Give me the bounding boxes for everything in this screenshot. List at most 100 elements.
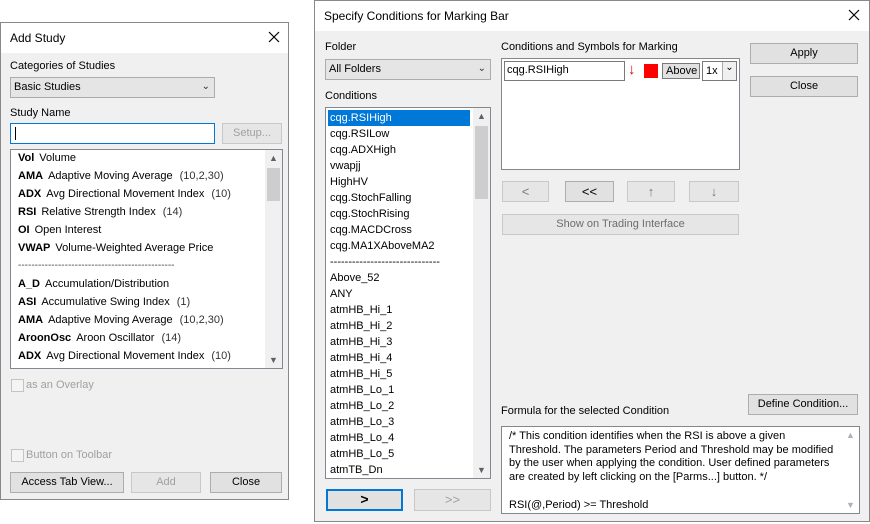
condition-list-item[interactable]: cqg.StochRising: [328, 206, 410, 222]
close-button[interactable]: Close: [210, 472, 282, 493]
scroll-thumb[interactable]: [267, 168, 280, 201]
condition-list-item[interactable]: ------------------------------: [328, 254, 440, 270]
show-trading-button[interactable]: Show on Trading Interface: [502, 214, 739, 235]
condition-list-item[interactable]: ANY: [328, 286, 353, 302]
study-name-input[interactable]: [10, 123, 215, 144]
condition-list-item[interactable]: atmHB_Hi_2: [328, 318, 392, 334]
condition-list-item[interactable]: atmHB_Lo_1: [328, 382, 394, 398]
close-icon[interactable]: [265, 28, 283, 46]
up-arrow-icon: ↑: [647, 184, 655, 199]
study-list-item[interactable]: A_D Accumulation/Distribution: [18, 278, 169, 290]
study-list-item[interactable]: Vol Volume: [18, 152, 76, 164]
formula-scrollbar[interactable]: ▲ ▼: [842, 427, 859, 513]
marking-list[interactable]: cqg.RSIHigh ↓ Above 1x ⌄: [501, 58, 740, 170]
position-select[interactable]: Above: [662, 63, 700, 79]
study-list-item[interactable]: AroonOsc Aroon Oscillator (14): [18, 332, 181, 344]
condition-list-item[interactable]: atmHB_Lo_3: [328, 414, 394, 430]
mark-color-swatch[interactable]: [644, 64, 658, 78]
formula-textarea[interactable]: /* This condition identifies when the RS…: [501, 426, 860, 514]
move-all-left-button[interactable]: <<: [565, 181, 614, 202]
add-condition-button[interactable]: >: [326, 489, 403, 511]
condition-list-item[interactable]: cqg.StochFalling: [328, 190, 411, 206]
conditions-title: Specify Conditions for Marking Bar: [324, 9, 509, 23]
condition-list-item[interactable]: atmHB_Lo_4: [328, 430, 394, 446]
conditions-scrollbar[interactable]: ▲ ▼: [473, 108, 490, 478]
study-code: AMA: [18, 314, 44, 326]
condition-list-item[interactable]: atmHB_Hi_5: [328, 366, 392, 382]
study-list-item[interactable]: ADX Avg Directional Movement Index (10): [18, 188, 231, 200]
marking-row[interactable]: cqg.RSIHigh ↓ Above 1x ⌄: [504, 61, 738, 81]
condition-list-item[interactable]: atmHB_Hi_4: [328, 350, 392, 366]
study-params: (10): [211, 350, 231, 362]
formula-line: are created by left clicking on the [Par…: [509, 470, 768, 483]
add-all-label: >>: [444, 492, 461, 507]
condition-list-item[interactable]: cqg.MACDCross: [328, 222, 412, 238]
condition-list-item[interactable]: cqg.MA1XAboveMA2: [328, 238, 435, 254]
multiplier-select[interactable]: 1x ⌄: [702, 61, 737, 81]
add-button[interactable]: Add: [131, 472, 201, 493]
toolbar-checkbox[interactable]: [11, 449, 24, 462]
conditions-list[interactable]: cqg.RSIHigh cqg.RSILow cqg.ADXHigh vwapjj Hi…: [325, 107, 491, 479]
study-list-item[interactable]: OI Open Interest: [18, 224, 101, 236]
scroll-thumb[interactable]: [475, 126, 488, 199]
study-name: Aroon Oscillator: [76, 332, 155, 344]
condition-list-item[interactable]: atmTB_Dn: [328, 462, 383, 478]
close-icon[interactable]: [845, 6, 863, 24]
add-all-conditions-button[interactable]: >>: [414, 489, 491, 511]
access-tab-view-button[interactable]: Access Tab View...: [10, 472, 124, 493]
condition-list-item[interactable]: atmHB_Lo_2: [328, 398, 394, 414]
apply-button[interactable]: Apply: [750, 43, 858, 64]
condition-list-item[interactable]: HighHV: [328, 174, 368, 190]
categories-select[interactable]: Basic Studies ⌄: [10, 77, 215, 98]
study-name: Open Interest: [34, 224, 102, 236]
move-up-button[interactable]: ↑: [627, 181, 675, 202]
condition-list-item[interactable]: atmHB_Lo_5: [328, 446, 394, 462]
scroll-up-icon[interactable]: ▲: [473, 108, 490, 124]
scroll-down-icon[interactable]: ▼: [842, 497, 859, 513]
study-list[interactable]: Vol Volume AMA Adaptive Moving Average (10,2…: [10, 149, 283, 369]
chevron-down-icon[interactable]: ⌄: [722, 62, 736, 80]
down-arrow-icon[interactable]: ↓: [628, 61, 636, 78]
study-name: Avg Directional Movement Index: [46, 188, 205, 200]
study-name: Adaptive Moving Average: [48, 314, 173, 326]
formula-line: RSI(@,Period) >= Threshold: [509, 498, 649, 511]
folder-select[interactable]: All Folders ⌄: [325, 59, 491, 80]
condition-list-item[interactable]: cqg.ADXHigh: [328, 142, 396, 158]
define-condition-button[interactable]: Define Condition...: [748, 394, 858, 415]
study-code: A_D: [18, 278, 41, 290]
text-cursor: [15, 127, 16, 140]
move-down-button[interactable]: ↓: [689, 181, 739, 202]
formula-label: Formula for the selected Condition: [501, 405, 670, 417]
study-name-label: Study Name: [10, 107, 71, 119]
setup-button[interactable]: Setup...: [222, 123, 282, 144]
scroll-up-icon[interactable]: ▲: [265, 150, 282, 166]
study-list-item[interactable]: AMA Adaptive Moving Average (10,2,30): [18, 314, 224, 326]
study-code: ASI: [18, 296, 37, 308]
condition-list-item[interactable]: vwapjj: [328, 158, 361, 174]
toolbar-label: Button on Toolbar: [26, 449, 113, 461]
formula-text: /* This condition identifies when the RS…: [509, 430, 833, 512]
study-list-item[interactable]: ASI Accumulative Swing Index (1): [18, 296, 190, 308]
marking-condition: cqg.RSIHigh: [504, 61, 625, 81]
condition-list-item[interactable]: Above_52: [328, 270, 380, 286]
folder-value: All Folders: [329, 63, 381, 75]
study-list-item[interactable]: AMA Adaptive Moving Average (10,2,30): [18, 170, 224, 182]
close-button[interactable]: Close: [750, 76, 858, 97]
chevron-down-icon: ⌄: [201, 81, 210, 92]
condition-list-item[interactable]: atmHB_Hi_3: [328, 334, 392, 350]
study-list-item[interactable]: RSI Relative Strength Index (14): [18, 206, 182, 218]
study-list-scrollbar[interactable]: ▲ ▼: [265, 150, 282, 368]
scroll-down-icon[interactable]: ▼: [473, 462, 490, 478]
scroll-down-icon[interactable]: ▼: [265, 352, 282, 368]
condition-list-item[interactable]: cqg.RSILow: [328, 126, 389, 142]
study-list-item[interactable]: VWAP Volume-Weighted Average Price: [18, 242, 213, 254]
condition-list-item[interactable]: atmHB_Hi_1: [328, 302, 392, 318]
overlay-checkbox[interactable]: [11, 379, 24, 392]
move-left-button[interactable]: <: [502, 181, 549, 202]
study-list-item[interactable]: ADX Avg Directional Movement Index (10): [18, 350, 231, 362]
condition-list-item[interactable]: cqg.RSIHigh: [328, 110, 470, 126]
study-params: (10): [211, 188, 231, 200]
conditions-titlebar: Specify Conditions for Marking Bar: [315, 1, 869, 31]
scroll-up-icon[interactable]: ▲: [842, 427, 859, 443]
study-code: OI: [18, 224, 30, 236]
